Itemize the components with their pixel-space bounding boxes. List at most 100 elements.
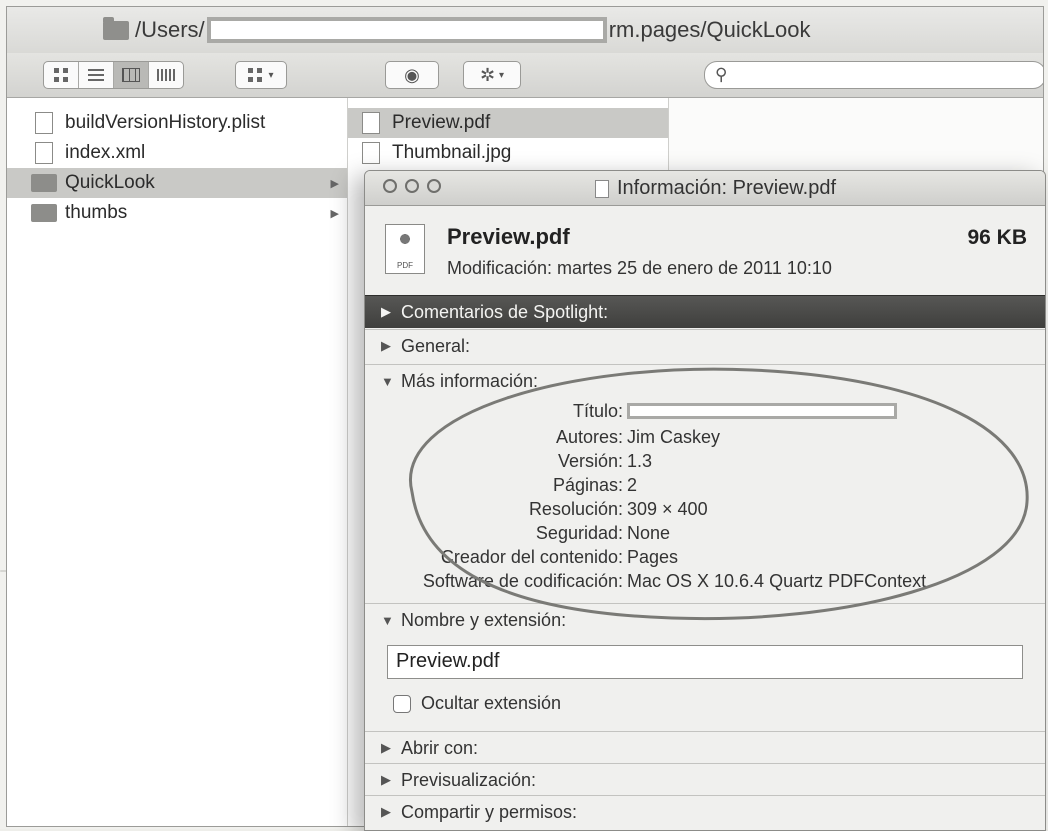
checkbox[interactable] xyxy=(393,694,411,713)
detail-row-resolution: Resolución: 309 × 400 xyxy=(365,499,1045,523)
detail-value: 1.3 xyxy=(627,451,653,471)
finder-toolbar: ▾ ◉ ✲ ▾ ⚲ xyxy=(7,53,1043,98)
path-suffix: rm.pages/QuickLook xyxy=(608,17,811,42)
section-label: Nombre y extensión: xyxy=(401,609,567,630)
file-name: Preview.pdf xyxy=(447,224,570,249)
pdf-badge: PDF xyxy=(397,261,413,270)
info-window: Información: Preview.pdf PDF Preview.pdf… xyxy=(364,170,1046,831)
document-icon xyxy=(35,142,53,164)
preview-glyph-icon xyxy=(396,231,414,247)
info-window-title: Información: Preview.pdf xyxy=(595,177,836,200)
column-view-button[interactable] xyxy=(114,62,149,88)
disclosure-triangle-icon: ▶ xyxy=(381,740,391,755)
disclosure-triangle-icon: ▶ xyxy=(381,304,391,319)
detail-row-content-creator: Creador del contenido: Pages xyxy=(365,547,1045,571)
name-field[interactable]: Preview.pdf xyxy=(387,645,1023,679)
section-sharing-permissions[interactable]: ▶ Compartir y permisos: xyxy=(365,795,1045,828)
search-icon: ⚲ xyxy=(715,65,728,84)
list-item-selected[interactable]: QuickLook ▶ xyxy=(7,168,347,198)
pdf-file-icon xyxy=(362,112,380,134)
list-item-selected[interactable]: Preview.pdf xyxy=(348,108,668,138)
folder-icon xyxy=(31,204,57,222)
detail-key: Software de codificación: xyxy=(422,571,623,591)
section-general[interactable]: ▶ General: xyxy=(365,329,1045,362)
redacted-path-segment xyxy=(206,17,607,43)
list-view-button[interactable] xyxy=(79,62,114,88)
detail-value: Pages xyxy=(627,547,679,567)
arrange-icon xyxy=(248,68,263,82)
eye-icon: ◉ xyxy=(404,64,420,85)
gear-icon: ✲ xyxy=(479,64,496,85)
list-item-label: thumbs xyxy=(65,202,128,223)
hide-extension-checkbox[interactable]: Ocultar extensión xyxy=(393,693,561,714)
cover-flow-button[interactable] xyxy=(149,62,183,88)
checkbox-label: Ocultar extensión xyxy=(421,693,562,713)
section-open-with[interactable]: ▶ Abrir con: xyxy=(365,731,1045,764)
path-bar: /Users/ rm.pages/QuickLook xyxy=(103,16,811,43)
detail-key: Título: xyxy=(572,401,623,421)
section-spotlight-comments[interactable]: ▶ Comentarios de Spotlight: xyxy=(365,295,1045,328)
window-controls xyxy=(383,179,441,193)
list-item-label: buildVersionHistory.plist xyxy=(65,112,266,133)
finder-column-1: buildVersionHistory.plist index.xml Quic… xyxy=(7,98,348,826)
file-size: 96 KB xyxy=(967,226,1027,249)
detail-value: Mac OS X 10.6.4 Quartz PDFContext xyxy=(627,571,927,591)
section-preview[interactable]: ▶ Previsualización: xyxy=(365,763,1045,796)
path-prefix: /Users/ xyxy=(135,17,205,42)
info-header: PDF Preview.pdf 96 KB Modificación: mart… xyxy=(365,206,1045,290)
list-item-label: QuickLook xyxy=(65,172,155,193)
arrange-button[interactable]: ▾ xyxy=(235,61,287,89)
detail-value: Jim Caskey xyxy=(627,427,721,447)
close-button[interactable] xyxy=(383,179,397,193)
zoom-button[interactable] xyxy=(427,179,441,193)
folder-icon xyxy=(31,174,57,192)
detail-row-security: Seguridad: None xyxy=(365,523,1045,547)
chevron-down-icon: ▾ xyxy=(268,69,274,81)
list-item-label: Thumbnail.jpg xyxy=(392,142,512,163)
folder-icon xyxy=(103,16,129,40)
detail-key: Seguridad: xyxy=(535,523,623,543)
disclosure-arrow-icon: ▶ xyxy=(330,177,339,190)
icon-view-icon xyxy=(54,68,68,82)
cover-flow-view-icon xyxy=(157,69,175,81)
detail-key: Autores: xyxy=(555,427,623,447)
detail-value: None xyxy=(627,523,671,543)
section-name-extension[interactable]: ▼ Nombre y extensión: xyxy=(365,603,1045,636)
action-menu-button[interactable]: ✲ ▾ xyxy=(463,61,521,89)
section-label: General: xyxy=(401,335,471,356)
quick-look-button[interactable]: ◉ xyxy=(385,61,439,89)
info-window-title-text: Información: Preview.pdf xyxy=(617,177,836,199)
minimize-button[interactable] xyxy=(405,179,419,193)
section-label: Compartir y permisos: xyxy=(401,801,578,822)
list-item[interactable]: Thumbnail.jpg xyxy=(348,138,668,168)
detail-key: Páginas: xyxy=(552,475,623,495)
modified-date: Modificación: martes 25 de enero de 2011… xyxy=(447,258,832,278)
section-label: Más información: xyxy=(401,370,539,391)
list-item-label: Preview.pdf xyxy=(392,112,491,133)
list-item[interactable]: index.xml xyxy=(7,138,347,168)
detail-row-authors: Autores: Jim Caskey xyxy=(365,427,1045,451)
detail-key: Creador del contenido: xyxy=(440,547,623,567)
disclosure-triangle-icon: ▶ xyxy=(381,804,391,819)
view-mode-segment xyxy=(43,61,184,89)
disclosure-arrow-icon: ▶ xyxy=(330,207,339,220)
redacted-title-value xyxy=(627,403,897,419)
detail-row-encoding-software: Software de codificación: Mac OS X 10.6.… xyxy=(365,571,1045,595)
list-view-icon xyxy=(88,69,104,81)
search-field[interactable]: ⚲ xyxy=(704,61,1043,89)
section-label: Previsualización: xyxy=(401,769,537,790)
list-item[interactable]: thumbs ▶ xyxy=(7,198,347,228)
pdf-file-icon xyxy=(595,179,609,198)
icon-view-button[interactable] xyxy=(44,62,79,88)
document-icon xyxy=(35,112,53,134)
detail-row-title: Título: xyxy=(365,401,1045,425)
detail-key: Resolución: xyxy=(528,499,623,519)
disclosure-triangle-open-icon: ▼ xyxy=(381,373,394,389)
detail-key: Versión: xyxy=(557,451,623,471)
list-item[interactable]: buildVersionHistory.plist xyxy=(7,108,347,138)
section-more-info[interactable]: ▼ Más información: xyxy=(365,364,1045,397)
column-view-icon xyxy=(122,68,140,82)
info-titlebar: Información: Preview.pdf xyxy=(365,171,1045,206)
section-label: Comentarios de Spotlight: xyxy=(401,301,609,322)
detail-row-pages: Páginas: 2 xyxy=(365,475,1045,499)
